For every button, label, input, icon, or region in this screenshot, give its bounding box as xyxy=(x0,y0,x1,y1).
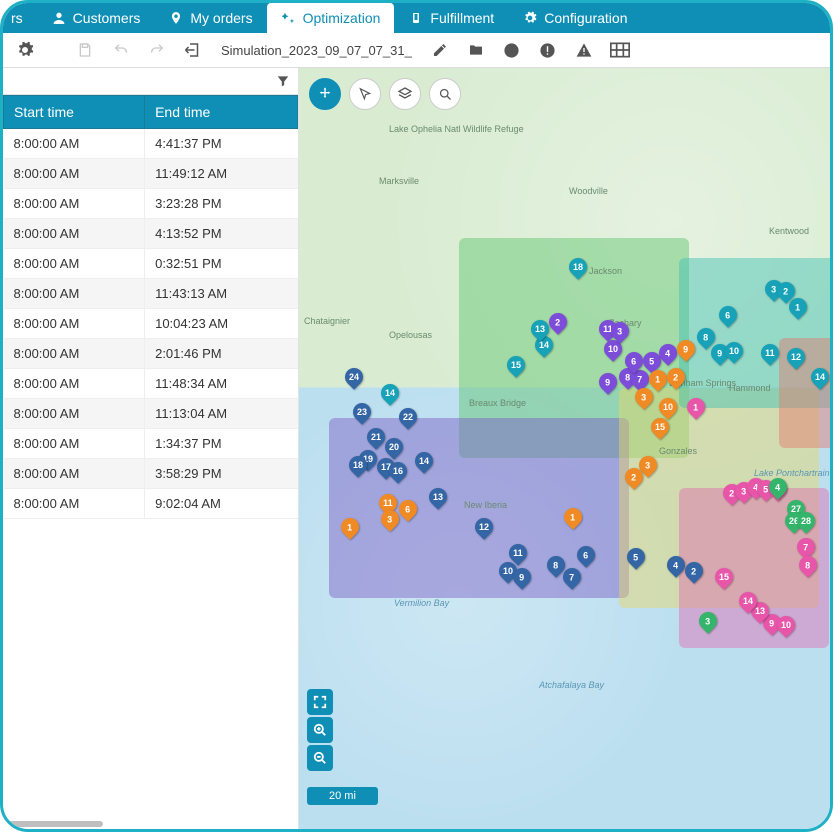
zoom-out-button[interactable] xyxy=(307,745,333,771)
magic-icon xyxy=(281,11,297,25)
table-cell: 9:02:04 AM xyxy=(145,489,298,519)
table-cell: 2:01:46 PM xyxy=(145,339,298,369)
table-cell: 3:23:28 PM xyxy=(145,189,298,219)
table-cell: 4:41:37 PM xyxy=(145,129,298,159)
app-window: rs Customers My orders Optimization Fulf… xyxy=(0,0,833,832)
tab-optimization[interactable]: Optimization xyxy=(267,3,395,33)
table-cell: 8:00:00 AM xyxy=(4,129,145,159)
table-row[interactable]: 8:00:00 AM11:49:12 AM xyxy=(4,159,298,189)
users-icon xyxy=(51,10,67,26)
tab-configuration[interactable]: Configuration xyxy=(508,3,641,33)
table-cell: 8:00:00 AM xyxy=(4,339,145,369)
warning-button[interactable] xyxy=(572,38,596,62)
table-cell: 8:00:00 AM xyxy=(4,429,145,459)
table-row[interactable]: 8:00:00 AM11:48:34 AM xyxy=(4,369,298,399)
redo-button[interactable] xyxy=(145,38,169,62)
table-row[interactable]: 8:00:00 AM9:02:04 AM xyxy=(4,489,298,519)
table-cell: 10:04:23 AM xyxy=(145,309,298,339)
tab-fulfillment[interactable]: Fulfillment xyxy=(394,3,508,33)
tab-label: Customers xyxy=(73,10,141,26)
table-row[interactable]: 8:00:00 AM2:01:46 PM xyxy=(4,339,298,369)
tab-label: Optimization xyxy=(303,10,381,26)
table-row[interactable]: 8:00:00 AM1:34:37 PM xyxy=(4,429,298,459)
tab-my-orders[interactable]: My orders xyxy=(154,3,266,33)
zoom-in-button[interactable] xyxy=(307,717,333,743)
table-cell: 11:13:04 AM xyxy=(145,399,298,429)
table-row[interactable]: 8:00:00 AM3:23:28 PM xyxy=(4,189,298,219)
table-row[interactable]: 8:00:00 AM11:43:13 AM xyxy=(4,279,298,309)
table-cell: 8:00:00 AM xyxy=(4,369,145,399)
settings-button[interactable] xyxy=(13,38,37,62)
col-end-time[interactable]: End time xyxy=(145,96,298,129)
tab-label: rs xyxy=(11,10,23,26)
table-cell: 8:00:00 AM xyxy=(4,249,145,279)
table-cell: 11:49:12 AM xyxy=(145,159,298,189)
tab-label: Configuration xyxy=(544,10,627,26)
toolbar: Simulation_2023_09_07_07_31_ xyxy=(3,33,830,68)
table-cell: 8:00:00 AM xyxy=(4,459,145,489)
filter-bar xyxy=(3,68,298,95)
col-start-time[interactable]: Start time xyxy=(4,96,145,129)
table-cell: 8:00:00 AM xyxy=(4,309,145,339)
sidebar: Start time End time 8:00:00 AM4:41:37 PM… xyxy=(3,68,299,829)
table-row[interactable]: 8:00:00 AM4:41:37 PM xyxy=(4,129,298,159)
table-cell: 8:00:00 AM xyxy=(4,279,145,309)
table-cell: 1:34:37 PM xyxy=(145,429,298,459)
zoom-controls xyxy=(307,689,333,771)
export-button[interactable] xyxy=(181,38,205,62)
chart-button[interactable] xyxy=(500,38,524,62)
filter-icon[interactable] xyxy=(276,74,290,88)
layers-tool[interactable] xyxy=(389,78,421,110)
table-cell: 3:58:29 PM xyxy=(145,459,298,489)
tab-customers-partial[interactable]: rs xyxy=(9,3,37,33)
tab-label: Fulfillment xyxy=(430,10,494,26)
table-cell: 8:00:00 AM xyxy=(4,399,145,429)
schedule-table: Start time End time 8:00:00 AM4:41:37 PM… xyxy=(3,95,298,519)
table-row[interactable]: 8:00:00 AM11:13:04 AM xyxy=(4,399,298,429)
gear-icon xyxy=(522,11,538,25)
horizontal-scrollbar[interactable] xyxy=(3,819,298,829)
folder-button[interactable] xyxy=(464,38,488,62)
table-row[interactable]: 8:00:00 AM3:58:29 PM xyxy=(4,459,298,489)
map-canvas[interactable]: Lake Ophelia Natl Wildlife RefugeMarksvi… xyxy=(299,68,830,829)
table-cell: 8:00:00 AM xyxy=(4,159,145,189)
undo-button[interactable] xyxy=(109,38,133,62)
table-cell: 11:43:13 AM xyxy=(145,279,298,309)
tab-customers[interactable]: Customers xyxy=(37,3,155,33)
edit-button[interactable] xyxy=(428,38,452,62)
table-cell: 0:32:51 PM xyxy=(145,249,298,279)
table-row[interactable]: 8:00:00 AM4:13:52 PM xyxy=(4,219,298,249)
tab-label: My orders xyxy=(190,10,252,26)
fullscreen-button[interactable] xyxy=(307,689,333,715)
alert-button[interactable] xyxy=(536,38,560,62)
main-tabbar: rs Customers My orders Optimization Fulf… xyxy=(3,3,830,33)
pointer-tool[interactable] xyxy=(349,78,381,110)
table-row[interactable]: 8:00:00 AM10:04:23 AM xyxy=(4,309,298,339)
pan-tool[interactable] xyxy=(309,78,341,110)
table-cell: 4:13:52 PM xyxy=(145,219,298,249)
grid-button[interactable] xyxy=(608,38,632,62)
phone-icon xyxy=(408,11,424,25)
map-tools xyxy=(309,78,461,110)
pin-icon xyxy=(168,11,184,25)
table-cell: 8:00:00 AM xyxy=(4,189,145,219)
map-scale: 20 mi xyxy=(307,787,378,805)
table-cell: 11:48:34 AM xyxy=(145,369,298,399)
body: Start time End time 8:00:00 AM4:41:37 PM… xyxy=(3,68,830,829)
table-cell: 8:00:00 AM xyxy=(4,489,145,519)
table-row[interactable]: 8:00:00 AM0:32:51 PM xyxy=(4,249,298,279)
simulation-name: Simulation_2023_09_07_07_31_ xyxy=(221,43,412,58)
search-tool[interactable] xyxy=(429,78,461,110)
table-cell: 8:00:00 AM xyxy=(4,219,145,249)
save-button[interactable] xyxy=(73,38,97,62)
